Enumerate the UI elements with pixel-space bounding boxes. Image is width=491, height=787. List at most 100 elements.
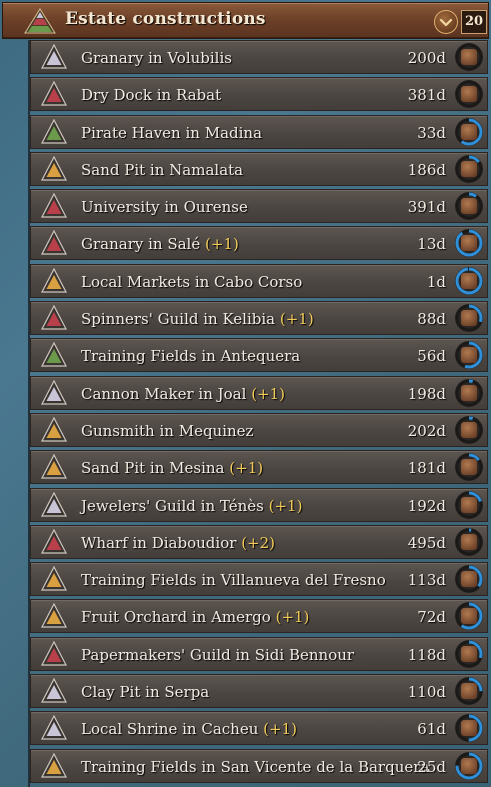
days-remaining: 88d [417, 310, 446, 329]
construction-bonus: (+1) [229, 459, 264, 478]
progress-ring [455, 304, 483, 333]
construction-row[interactable]: Granary in Volubilis 200d [30, 40, 488, 74]
clergy-estate-icon [41, 305, 67, 330]
progress-ring [455, 602, 483, 631]
burghers-estate-icon [41, 491, 67, 517]
construction-row[interactable]: Sand Pit in Namalata 186d [30, 151, 488, 186]
progress-ring [455, 192, 483, 221]
construction-label: Dry Dock in Rabat [81, 86, 222, 105]
construction-label: Sand Pit in Mesina [81, 459, 225, 478]
construction-bonus: (+1) [279, 310, 314, 329]
building-icon [461, 720, 477, 737]
progress-ring [455, 229, 483, 258]
construction-row[interactable]: Local Markets in Cabo Corso 1d [30, 263, 488, 298]
building-icon [461, 421, 477, 438]
burghers-estate-icon [41, 715, 67, 740]
construction-row[interactable]: Fruit Orchard in Amergo (+1) 72d [30, 599, 488, 634]
building-icon [461, 86, 477, 103]
construction-name: Fruit Orchard in Amergo (+1) [81, 608, 309, 626]
construction-row[interactable]: Clay Pit in Serpa 110d [30, 674, 488, 709]
peasants-estate-icon [41, 267, 67, 293]
construction-name: Pirate Haven in Madina [81, 124, 262, 142]
construction-label: Granary in Volubilis [81, 49, 232, 67]
construction-label: Spinners' Guild in Kelibia [81, 310, 276, 329]
progress-ring [455, 527, 483, 556]
building-icon [461, 310, 477, 327]
building-icon [461, 571, 477, 588]
construction-name: Local Markets in Cabo Corso [81, 273, 302, 291]
construction-row[interactable]: Wharf in Diaboudior (+2) 495d [30, 524, 488, 559]
construction-name: Training Fields in Villanueva del Fresno [81, 571, 386, 589]
days-remaining: 61d [417, 720, 446, 739]
peasants-estate-icon [41, 416, 67, 442]
burghers-estate-icon [41, 678, 67, 703]
days-remaining: 56d [417, 347, 446, 366]
construction-row[interactable]: Papermakers' Guild in Sidi Bennour 118d [30, 636, 488, 671]
construction-name: Sand Pit in Mesina (+1) [81, 459, 263, 477]
days-remaining: 202d [407, 421, 446, 440]
construction-row[interactable]: University in Ourense 391d [30, 189, 488, 224]
panel-title: Estate constructions [65, 9, 266, 29]
construction-label: University in Ourense [81, 198, 248, 217]
construction-label: Training Fields in Villanueva del Fresno [81, 571, 386, 590]
building-icon [461, 198, 477, 215]
construction-row[interactable]: Training Fields in Antequera 56d [30, 338, 488, 373]
progress-ring [455, 565, 483, 594]
construction-name: Papermakers' Guild in Sidi Bennour [81, 646, 354, 664]
collapse-button[interactable] [434, 10, 458, 34]
military-estate-icon [41, 118, 67, 144]
days-remaining: 113d [407, 571, 446, 590]
construction-label: Pirate Haven in Madina [81, 123, 263, 142]
military-estate-icon [41, 342, 67, 367]
progress-ring [455, 677, 483, 706]
building-icon [461, 645, 477, 662]
construction-row[interactable]: Spinners' Guild in Kelibia (+1) 88d [30, 301, 488, 336]
building-icon [461, 49, 477, 65]
days-remaining: 495d [407, 533, 446, 552]
progress-ring [455, 751, 483, 780]
progress-ring [455, 639, 483, 668]
construction-name: Granary in Volubilis [81, 49, 232, 67]
construction-row[interactable]: Training Fields in San Vicente de la Bar… [30, 748, 488, 783]
construction-row[interactable]: Cannon Maker in Joal (+1) 198d [30, 375, 488, 410]
clergy-estate-icon [41, 528, 67, 554]
construction-row[interactable]: Pirate Haven in Madina 33d [30, 114, 488, 149]
construction-bonus: (+1) [268, 496, 303, 515]
progress-ring [455, 415, 483, 444]
clergy-estate-icon [41, 193, 67, 218]
progress-ring [455, 714, 483, 743]
construction-row[interactable]: Jewelers' Guild in Ténès (+1) 192d [30, 487, 488, 522]
construction-name: Jewelers' Guild in Ténès (+1) [81, 497, 302, 515]
days-remaining: 200d [407, 49, 446, 67]
construction-name: Clay Pit in Serpa [81, 683, 209, 701]
days-remaining: 181d [407, 459, 446, 478]
progress-ring [455, 490, 483, 519]
construction-label: Wharf in Diaboudior [81, 533, 237, 552]
construction-name: Training Fields in Antequera [81, 347, 300, 365]
construction-row[interactable]: Training Fields in Villanueva del Fresno… [30, 562, 488, 597]
building-icon [461, 160, 477, 177]
building-icon [461, 757, 477, 774]
building-icon [461, 384, 477, 401]
construction-row[interactable]: Gunsmith in Mequinez 202d [30, 412, 488, 447]
construction-name: Gunsmith in Mequinez [81, 422, 253, 440]
construction-name: Spinners' Guild in Kelibia (+1) [81, 310, 314, 328]
building-icon [461, 683, 477, 700]
construction-row[interactable]: Sand Pit in Mesina (+1) 181d [30, 450, 488, 485]
days-remaining: 110d [407, 683, 446, 702]
building-icon [461, 123, 477, 140]
days-remaining: 118d [407, 645, 446, 664]
days-remaining: 33d [417, 123, 446, 142]
construction-label: Cannon Maker in Joal [81, 384, 247, 403]
building-icon [461, 235, 477, 252]
days-remaining: 198d [407, 384, 446, 403]
estate-constructions-panel: Estate constructions 20 Granary in Volub… [0, 0, 491, 787]
construction-row[interactable]: Dry Dock in Rabat 381d [30, 77, 488, 112]
clergy-estate-icon [41, 230, 67, 256]
building-icon [461, 533, 477, 550]
construction-row[interactable]: Granary in Salé (+1) 13d [30, 226, 488, 261]
construction-label: Sand Pit in Namalata [81, 160, 244, 179]
building-icon [461, 347, 477, 364]
construction-label: Fruit Orchard in Amergo [81, 608, 271, 627]
construction-row[interactable]: Local Shrine in Cacheu (+1) 61d [30, 711, 488, 746]
